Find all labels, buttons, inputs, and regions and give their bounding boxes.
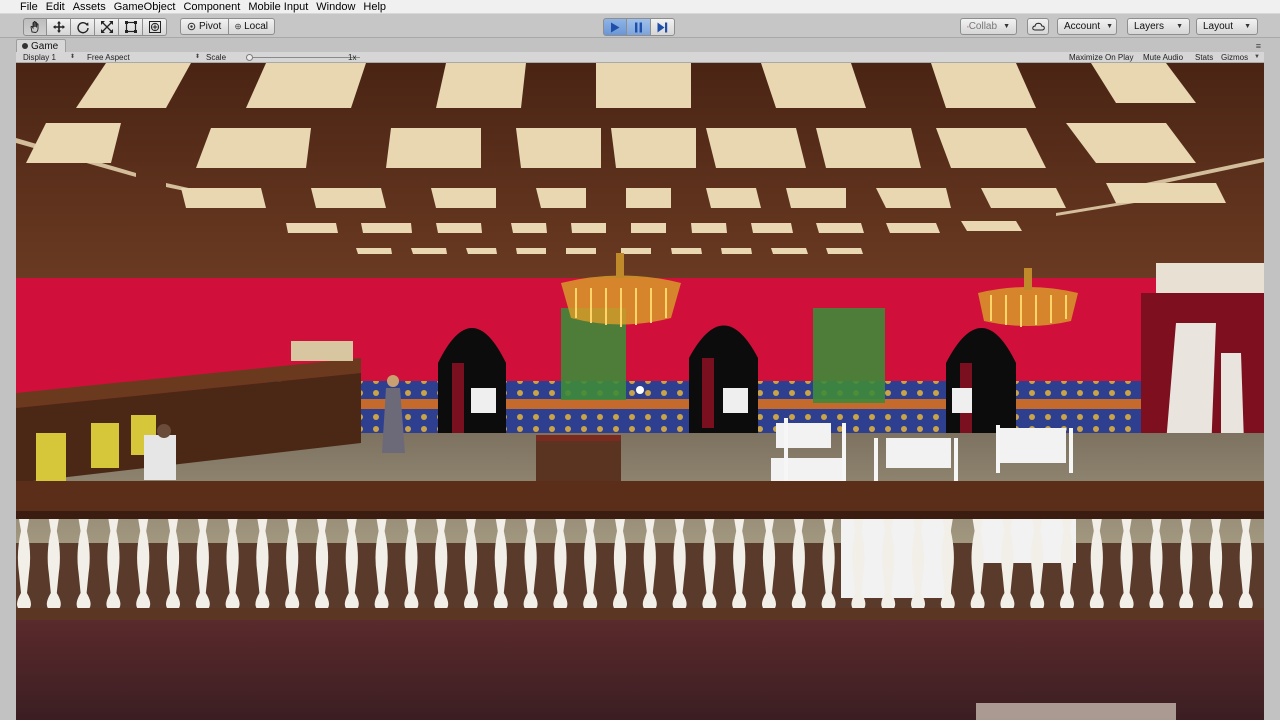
- chevron-down-icon: ▼: [1244, 23, 1251, 30]
- chevron-down-icon: ▼: [1106, 23, 1114, 30]
- move-arrows-icon: [52, 21, 65, 33]
- play-icon: [611, 22, 620, 32]
- layers-label: Layers: [1134, 21, 1165, 32]
- playback-controls: [603, 18, 675, 36]
- menu-bar: File Edit Assets GameObject Component Mo…: [0, 0, 1280, 14]
- cloud-icon: [1031, 22, 1045, 31]
- play-button[interactable]: [603, 18, 627, 36]
- step-button[interactable]: [651, 18, 675, 36]
- menu-gameobject[interactable]: GameObject: [114, 0, 176, 14]
- display-dropdown[interactable]: Display 1: [23, 52, 56, 63]
- scale-tool-button[interactable]: [95, 18, 119, 36]
- collab-label: Collab: [968, 21, 998, 32]
- scale-label: Scale: [206, 53, 227, 62]
- transform-tools: [23, 18, 167, 36]
- podium: [536, 435, 621, 483]
- local-button[interactable]: Local: [228, 18, 275, 35]
- scale-slider-track[interactable]: [248, 57, 360, 58]
- rotate-icon: [76, 22, 89, 34]
- pause-button[interactable]: [627, 18, 651, 36]
- main-toolbar: Pivot Local Collab ▼ Account ▼ Layers ▼ …: [0, 14, 1280, 38]
- mute-audio-toggle[interactable]: Mute Audio: [1140, 52, 1186, 63]
- account-dropdown[interactable]: Account ▼: [1057, 18, 1117, 35]
- rect-icon: [124, 21, 137, 33]
- move-tool-button[interactable]: [47, 18, 71, 36]
- menu-assets[interactable]: Assets: [73, 0, 106, 14]
- pivot-icon: [187, 22, 196, 31]
- game-pacman-icon: [22, 43, 28, 49]
- menu-mobile-input[interactable]: Mobile Input: [248, 0, 308, 14]
- chevron-updown-icon: ⬍: [70, 54, 76, 60]
- scale-icon: [100, 21, 113, 33]
- menu-file[interactable]: File: [20, 0, 38, 14]
- stats-toggle[interactable]: Stats: [1192, 52, 1216, 63]
- chevron-down-icon: ▼: [1003, 23, 1010, 30]
- chevron-down-icon: ▼: [1176, 23, 1183, 30]
- chevron-down-icon: ▼: [1254, 54, 1260, 60]
- local-label: Local: [244, 21, 268, 32]
- game-tab-row: Game ≡: [0, 38, 1280, 52]
- scale-value: 1x: [348, 53, 357, 62]
- transform-icon: [148, 21, 161, 33]
- restaurant-scene: [16, 63, 1264, 720]
- menu-help[interactable]: Help: [363, 0, 386, 14]
- local-globe-icon: [235, 23, 241, 30]
- transform-tool-button[interactable]: [143, 18, 167, 36]
- game-tab[interactable]: Game: [16, 39, 66, 52]
- menu-window[interactable]: Window: [316, 0, 355, 14]
- rect-tool-button[interactable]: [119, 18, 143, 36]
- menu-component[interactable]: Component: [183, 0, 240, 14]
- chevron-updown-icon: ⬍: [195, 54, 201, 60]
- aspect-dropdown[interactable]: Free Aspect: [87, 52, 130, 63]
- layers-dropdown[interactable]: Layers ▼: [1127, 18, 1190, 35]
- game-viewport[interactable]: [16, 63, 1264, 720]
- layout-dropdown[interactable]: Layout ▼: [1196, 18, 1258, 35]
- scale-slider-thumb[interactable]: [246, 54, 253, 61]
- pause-icon: [635, 22, 642, 32]
- panel-menu-icon[interactable]: ≡: [1256, 41, 1262, 51]
- hand-icon: [30, 21, 39, 33]
- cloud-button[interactable]: [1027, 18, 1049, 35]
- pivot-button[interactable]: Pivot: [180, 18, 228, 35]
- balcony-rail: [16, 481, 1264, 511]
- gizmos-dropdown[interactable]: Gizmos: [1218, 52, 1251, 63]
- layout-label: Layout: [1203, 21, 1234, 32]
- hand-tool-button[interactable]: [23, 18, 47, 36]
- game-tab-title: Game: [31, 40, 59, 52]
- account-label: Account: [1064, 21, 1101, 32]
- rotate-tool-button[interactable]: [71, 18, 95, 36]
- pivot-label: Pivot: [199, 21, 222, 32]
- maximize-on-play-toggle[interactable]: Maximize On Play: [1066, 52, 1136, 63]
- menu-edit[interactable]: Edit: [46, 0, 65, 14]
- collab-button[interactable]: Collab ▼: [960, 18, 1017, 35]
- step-icon: [657, 22, 668, 32]
- game-view-toolbar: Display 1 ⬍ Free Aspect ⬍ Scale 1x Maxim…: [16, 52, 1264, 63]
- pivot-local-toggles: Pivot Local: [180, 18, 275, 35]
- crosshair-icon: [636, 386, 644, 394]
